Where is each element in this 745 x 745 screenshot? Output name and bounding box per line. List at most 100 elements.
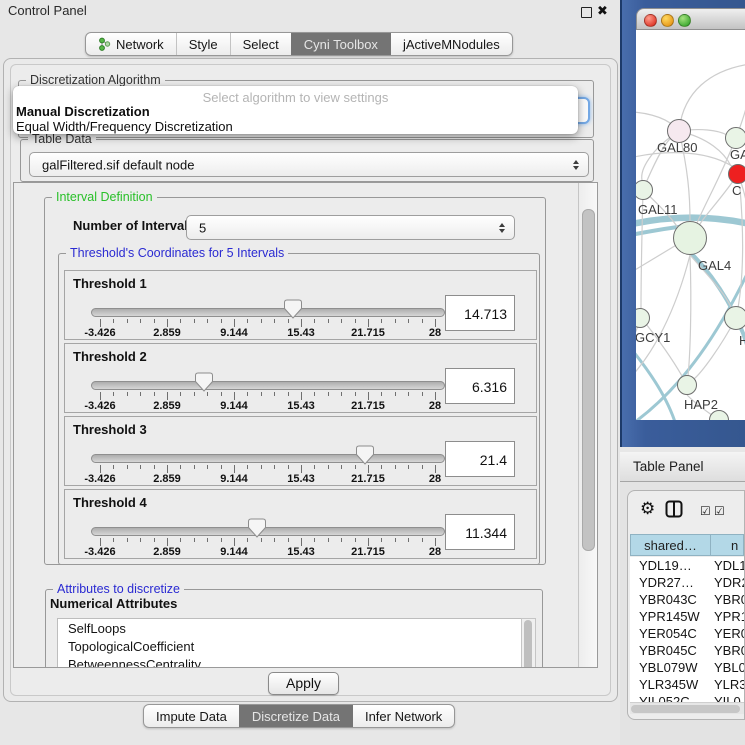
split-columns-icon[interactable] — [665, 500, 683, 518]
tab-label: Network — [116, 37, 164, 52]
tick-label: 2.859 — [153, 327, 181, 339]
slider-thumb[interactable] — [248, 518, 266, 538]
algorithm-placeholder: Select algorithm to view settings — [13, 90, 578, 105]
threshold-label: Threshold 4 — [73, 495, 147, 510]
slider-thumb[interactable] — [195, 372, 213, 392]
tab-cyni-toolbox[interactable]: Cyni Toolbox — [291, 33, 390, 55]
table-panel: ⚙ ☑ ☑ shared… n YDL19…YDL1YDR27…YDR2YBR0… — [627, 490, 745, 720]
tab-impute-data[interactable]: Impute Data — [144, 705, 239, 727]
network-window-titlebar — [636, 8, 745, 30]
num-intervals-label: Number of Intervals — [73, 218, 195, 233]
table-row[interactable]: YER054C YER0 — [630, 625, 744, 642]
tab-discretize-data[interactable]: Discretize Data — [239, 705, 352, 727]
table-data-combobox[interactable]: galFiltered.sif default node — [29, 152, 589, 177]
cell-name: YDR2 — [714, 575, 744, 590]
slider-thumb[interactable] — [284, 299, 302, 319]
gear-icon[interactable]: ⚙ — [640, 499, 655, 519]
panel-divider[interactable] — [620, 0, 622, 447]
threshold-label: Threshold 1 — [73, 276, 147, 291]
attribute-item-betweennesscentrality[interactable]: BetweennessCentrality — [58, 655, 521, 668]
attribute-item-selfloops[interactable]: SelfLoops — [58, 619, 521, 637]
tab-label: Infer Network — [365, 709, 442, 724]
table-panel-title: Table Panel — [633, 459, 704, 474]
zoom-traffic-light[interactable] — [678, 14, 691, 27]
table-row[interactable]: YPR145WYPR1 — [630, 608, 744, 625]
close-traffic-light[interactable] — [644, 14, 657, 27]
table-row[interactable]: YDR27…YDR2 — [630, 574, 744, 591]
tab-select[interactable]: Select — [230, 33, 291, 55]
table-data-title: Table Data — [28, 132, 96, 146]
settings-vertical-scrollbar[interactable] — [578, 183, 597, 667]
table-row[interactable]: YDL19…YDL1 — [630, 557, 744, 574]
cell-shared-name: YBR043C — [639, 592, 697, 607]
tab-label: Cyni Toolbox — [304, 37, 378, 52]
close-icon[interactable]: ✖ — [597, 3, 608, 19]
algorithm-option-equal-width-frequency-discretization[interactable]: Equal Width/Frequency Discretization — [16, 119, 233, 134]
table-row[interactable]: YBL079WYBL0 — [630, 659, 744, 676]
node-label: GAL4 — [698, 258, 731, 273]
column-header-shared-name[interactable]: shared… — [630, 534, 711, 556]
attributes-list-scrollbar[interactable] — [521, 618, 536, 668]
column-header-name[interactable]: n — [711, 534, 744, 556]
tab-network[interactable]: Network — [86, 33, 176, 55]
slider-track[interactable] — [91, 527, 445, 536]
network-node-c[interactable] — [728, 164, 745, 184]
cell-name: YIL0 — [714, 694, 741, 702]
table-data-combobox-value: galFiltered.sif default node — [42, 157, 194, 172]
panel-title: Control Panel — [8, 3, 87, 18]
table-row[interactable]: YBR043CYBR0 — [630, 591, 744, 608]
tick-label: 28 — [429, 400, 441, 412]
num-intervals-combobox[interactable]: 5 — [186, 215, 515, 240]
threshold-value-field[interactable]: 21.4 — [445, 441, 515, 477]
tick-label: 28 — [429, 327, 441, 339]
slider-thumb[interactable] — [356, 445, 374, 465]
scrollbar-thumb[interactable] — [631, 705, 740, 713]
tick-label: 2.859 — [153, 400, 181, 412]
tick-label: -3.426 — [84, 546, 115, 558]
interval-definition-title: Interval Definition — [52, 190, 157, 204]
network-node-ga[interactable] — [725, 127, 745, 149]
threshold-value-field[interactable]: 6.316 — [445, 368, 515, 404]
tab-label: Impute Data — [156, 709, 227, 724]
tab-style[interactable]: Style — [176, 33, 230, 55]
table-row[interactable]: YLR345WYLR3 — [630, 676, 744, 693]
table-data-group: Table Data galFiltered.sif default node — [20, 139, 594, 182]
threshold-value-field[interactable]: 14.713 — [445, 295, 515, 331]
algorithm-option-manual-discretization[interactable]: Manual Discretization — [16, 104, 150, 119]
scrollbar-thumb[interactable] — [582, 209, 595, 551]
tab-label: Select — [243, 37, 279, 52]
table-row[interactable]: YIL052C YIL0 — [630, 693, 744, 702]
cell-shared-name: YPR145W — [639, 609, 700, 624]
threshold-value-field[interactable]: 11.344 — [445, 514, 515, 550]
slider-track[interactable] — [91, 308, 445, 317]
minimize-traffic-light[interactable] — [661, 14, 674, 27]
spinner-arrows-icon — [499, 223, 505, 233]
cell-shared-name: YBR045C — [639, 643, 697, 658]
thresholds-group: Threshold's Coordinates for 5 Intervals … — [58, 253, 540, 565]
float-window-icon[interactable] — [581, 7, 592, 18]
threshold-label: Threshold 2 — [73, 349, 147, 364]
network-node-gal4[interactable] — [673, 221, 707, 255]
checkbox-icon[interactable]: ☑ — [700, 504, 711, 518]
network-node-h[interactable] — [724, 306, 745, 330]
table-row[interactable]: YBR045CYBR0 — [630, 642, 744, 659]
attribute-item-topologicalcoefficient[interactable]: TopologicalCoefficient — [58, 637, 521, 655]
network-node-hap2[interactable] — [677, 375, 697, 395]
apply-button[interactable]: Apply — [268, 672, 339, 695]
slider-track[interactable] — [91, 381, 445, 390]
tab-infer-network[interactable]: Infer Network — [352, 705, 454, 727]
cell-shared-name: YIL052C — [639, 694, 690, 702]
tick-label: 9.144 — [220, 473, 248, 485]
slider-track[interactable] — [91, 454, 445, 463]
tick-label: -3.426 — [84, 327, 115, 339]
bottom-tab-bar: Impute Data Discretize Data Infer Network — [143, 704, 455, 728]
tab-jactivemnodules[interactable]: jActiveMNodules — [390, 33, 512, 55]
node-label: GAL11 — [638, 202, 678, 217]
table-horizontal-scrollbar[interactable] — [630, 702, 744, 714]
cell-name: YER0 — [714, 626, 744, 641]
checkbox-icon[interactable]: ☑ — [714, 504, 725, 518]
algorithm-group-title: Discretization Algorithm — [26, 73, 165, 87]
node-label: GCY1 — [636, 330, 670, 345]
node-table: YDL19…YDL1YDR27…YDR2YBR043CYBR0YPR145WYP… — [630, 557, 744, 702]
cell-shared-name: YER054C — [639, 626, 697, 641]
